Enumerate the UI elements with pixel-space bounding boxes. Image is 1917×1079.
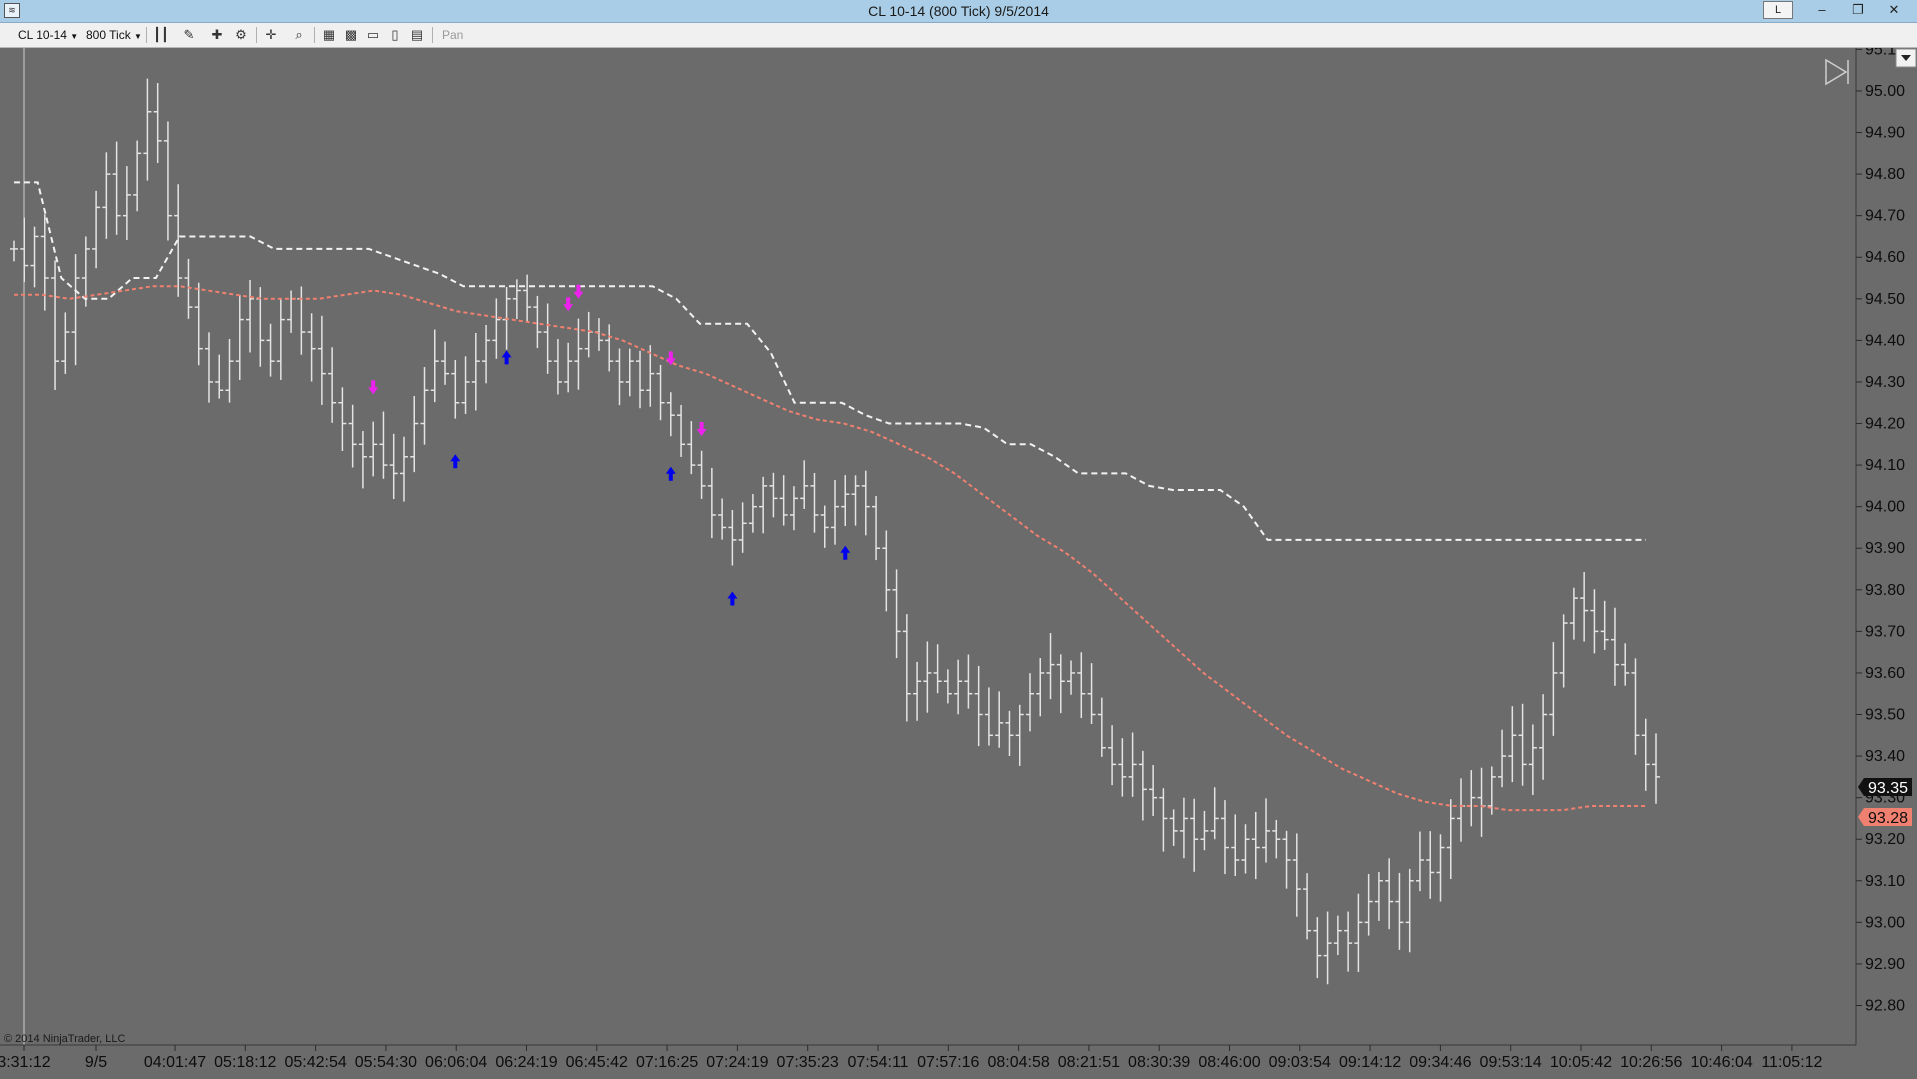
x-axis-tick-label: 10:05:42 (1550, 1054, 1612, 1071)
x-axis-tick-label: 09:03:54 (1269, 1054, 1331, 1071)
y-axis-tick-label: 94.00 (1865, 499, 1905, 516)
y-axis-tick-label: 94.20 (1865, 416, 1905, 433)
y-axis-tick-label: 94.80 (1865, 166, 1905, 183)
y-axis-tick-label: 94.10 (1865, 457, 1905, 474)
instrument-label: CL 10-14 (18, 28, 67, 42)
print-icon[interactable]: ▯ (386, 26, 404, 44)
data-box-icon[interactable]: ▦ (320, 26, 338, 44)
x-axis-tick-label: 06:45:42 (566, 1054, 628, 1071)
y-axis-tick-label: 94.40 (1865, 332, 1905, 349)
y-axis-tick-label: 94.50 (1865, 291, 1905, 308)
link-l-button[interactable]: L (1763, 1, 1793, 19)
instrument-selector[interactable]: CL 10-14 ▼ (18, 26, 78, 44)
chart-background (0, 48, 1917, 1079)
x-axis-tick-label: 08:46:00 (1198, 1054, 1260, 1071)
moving-average-flag: 93.28 (1858, 808, 1912, 827)
x-axis-tick-label: 05:42:54 (284, 1054, 346, 1071)
window-title: CL 10-14 (800 Tick) 9/5/2014 (868, 3, 1049, 19)
y-axis-tick-label: 93.40 (1865, 748, 1905, 765)
x-axis-tick-label: 07:16:25 (636, 1054, 698, 1071)
y-axis-tick-label: 92.90 (1865, 956, 1905, 973)
toolbar-divider (432, 27, 433, 43)
y-axis-tick-label: 94.90 (1865, 125, 1905, 142)
toolbar-divider (146, 27, 147, 43)
close-button[interactable]: ✕ (1877, 1, 1911, 19)
scroll-menu-button[interactable] (1895, 48, 1917, 68)
y-axis-tick-label: 94.70 (1865, 208, 1905, 225)
x-axis-tick-label: 10:26:56 (1620, 1054, 1682, 1071)
x-axis-tick-label: 07:35:23 (777, 1054, 839, 1071)
y-axis-tick-label: 93.90 (1865, 540, 1905, 557)
restore-button[interactable]: ❐ (1841, 1, 1875, 19)
interval-label: 800 Tick (86, 28, 131, 42)
y-axis-tick-label: 93.10 (1865, 873, 1905, 890)
interval-selector[interactable]: 800 Tick ▼ (86, 26, 142, 44)
y-axis-tick-label: 94.60 (1865, 249, 1905, 266)
window-titlebar: ≋ CL 10-14 (800 Tick) 9/5/2014 L – ❐ ✕ (0, 0, 1917, 23)
y-axis-tick-label: 92.80 (1865, 998, 1905, 1015)
bar-type-icon[interactable]: ┃┃ (152, 26, 170, 44)
x-axis-tick-label: 3:31:12 (0, 1054, 51, 1071)
toolbar-divider (256, 27, 257, 43)
drawing-pencil-icon[interactable]: ✎ (180, 26, 198, 44)
toolbar-divider (314, 27, 315, 43)
chevron-down-icon: ▼ (134, 32, 142, 41)
x-axis-tick-label: 09:53:14 (1480, 1054, 1542, 1071)
x-axis-tick-label: 06:24:19 (495, 1054, 557, 1071)
zoom-icon[interactable]: ⌕ (290, 26, 308, 44)
y-axis-tick-label: 95.00 (1865, 83, 1905, 100)
x-axis-tick-label: 06:06:04 (425, 1054, 487, 1071)
y-axis-tick-label: 95.1 (1865, 48, 1896, 58)
snapshot-icon[interactable]: ▭ (364, 26, 382, 44)
y-axis-tick-label: 93.20 (1865, 831, 1905, 848)
y-axis-tick-label: 94.30 (1865, 374, 1905, 391)
template-icon[interactable]: ▤ (408, 26, 426, 44)
x-axis-tick-label: 07:54:11 (847, 1054, 908, 1071)
x-axis-tick-label: 09:34:46 (1409, 1054, 1471, 1071)
x-axis-tick-label: 08:04:58 (987, 1054, 1049, 1071)
x-axis-tick-label: 08:21:51 (1058, 1054, 1120, 1071)
last-price-label: 93.35 (1868, 780, 1908, 797)
x-axis-tick-label: 10:46:04 (1690, 1054, 1752, 1071)
x-axis-tick-label: 05:18:12 (214, 1054, 276, 1071)
y-axis-tick-label: 93.80 (1865, 582, 1905, 599)
x-axis-tick-label: 9/5 (85, 1054, 107, 1071)
copyright-text: © 2014 NinjaTrader, LLC (4, 1033, 125, 1045)
x-axis-tick-label: 05:54:30 (355, 1054, 417, 1071)
x-axis-tick-label: 07:57:16 (917, 1054, 979, 1071)
x-axis-tick-label: 09:14:12 (1339, 1054, 1401, 1071)
crosshair-icon[interactable]: ✛ (262, 26, 280, 44)
window-controls: L – ❐ ✕ (1763, 1, 1911, 19)
pan-button[interactable]: Pan (442, 26, 463, 44)
x-axis-tick-label: 04:01:47 (144, 1054, 206, 1071)
last-price-flag: 93.35 (1858, 778, 1912, 797)
x-axis-tick-label: 08:30:39 (1128, 1054, 1190, 1071)
ma-price-label: 93.28 (1868, 810, 1908, 827)
chevron-down-icon: ▼ (70, 32, 79, 41)
minimize-button[interactable]: – (1805, 1, 1839, 19)
x-axis-tick-label: 07:24:19 (706, 1054, 768, 1071)
y-axis-tick-label: 93.50 (1865, 707, 1905, 724)
strategy-icon[interactable]: ⚙ (232, 26, 250, 44)
add-indicator-icon[interactable]: ✚ (208, 26, 226, 44)
chart-toolbar: CL 10-14 ▼ 800 Tick ▼ ┃┃ ✎ ✚ ⚙ ✛ ⌕ ▦ ▩ ▭… (0, 23, 1917, 48)
y-axis-tick-label: 93.60 (1865, 665, 1905, 682)
y-axis-tick-label: 93.00 (1865, 914, 1905, 931)
y-axis-tick-label: 93.70 (1865, 623, 1905, 640)
price-chart[interactable]: 95.1 95.00 94.90 94.80 94.70 94.60 94.50 94.40 9… (0, 48, 1917, 1079)
x-axis-tick-label: 11:05:12 (1761, 1054, 1822, 1071)
chart-properties-icon[interactable]: ▩ (342, 26, 360, 44)
